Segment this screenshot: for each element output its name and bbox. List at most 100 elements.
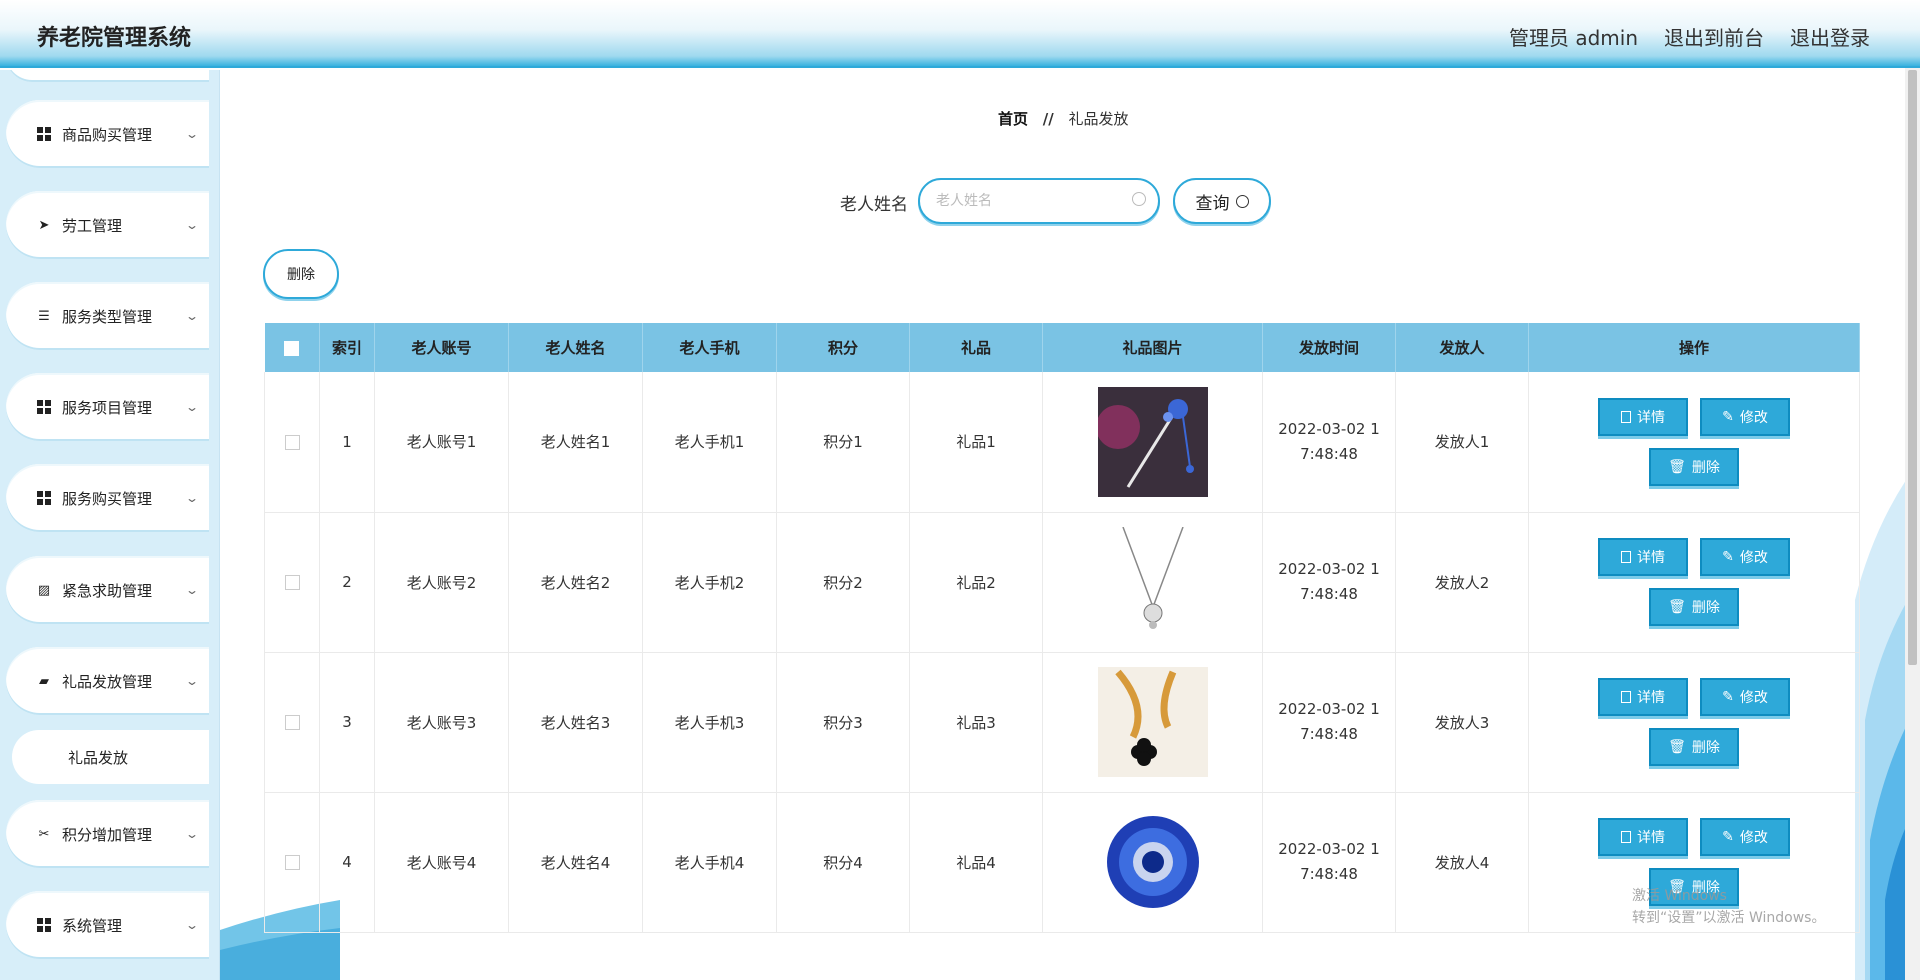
watermark-line: 转到“设置”以激活 Windows。 [1632, 910, 1826, 926]
column-header: 积分 [776, 323, 910, 372]
cell-index: 2 [319, 512, 375, 653]
cell-issuer: 发放人1 [1395, 372, 1529, 513]
time-line: 7:48:48 [1300, 585, 1358, 603]
document-icon [1621, 410, 1631, 423]
edit-button[interactable]: ✎ 修改 [1700, 818, 1790, 856]
detail-label: 详情 [1637, 409, 1665, 426]
logout-link[interactable]: 退出登录 [1790, 22, 1870, 51]
time-line: 2022-03-02 1 [1278, 419, 1380, 438]
edit-label: 修改 [1739, 409, 1768, 426]
delete-label: 删除 [1691, 740, 1720, 756]
chevron-down-icon: ⌄ [184, 218, 200, 232]
select-all-checkbox[interactable] [284, 340, 300, 356]
sidebar-item-emergency[interactable]: ▨ 紧急求助管理 ⌄ [6, 556, 209, 624]
delete-button[interactable]: 🗑 删除 [1649, 447, 1739, 486]
edit-button[interactable]: ✎ 修改 [1700, 678, 1790, 716]
sidebar: 商品购买管理 ⌄ ➤ 劳工管理 ⌄ ☰ 服务类型管理 ⌄ 服务项目管理 ⌄ 服务… [0, 70, 220, 980]
sidebar-item-label: 劳工管理 [62, 216, 123, 235]
pencil-icon: ✎ [1722, 408, 1734, 425]
detail-button[interactable]: 详情 [1598, 678, 1688, 716]
gift-image [1097, 807, 1208, 917]
breadcrumb-current: 礼品发放 [1068, 110, 1129, 128]
batch-delete-button[interactable]: 删除 [263, 249, 339, 299]
sidebar-item-service-purchase[interactable]: 服务购买管理 ⌄ [6, 464, 209, 532]
row-checkbox[interactable] [284, 715, 300, 730]
sidebar-item-service-type[interactable]: ☰ 服务类型管理 ⌄ [6, 282, 209, 350]
sidebar-subitem-gift-issue[interactable]: 礼品发放 [12, 730, 209, 784]
detail-label: 详情 [1637, 830, 1665, 846]
cell-name: 老人姓名3 [508, 652, 643, 793]
sidebar-item-gift[interactable]: ▰ 礼品发放管理 ⌄ [6, 647, 209, 715]
column-header: 索引 [319, 323, 375, 372]
sidebar-item-labor[interactable]: ➤ 劳工管理 ⌄ [6, 191, 209, 259]
table-row: 2 老人账号2 老人姓名2 老人手机2 积分2 礼品2 2022-03-02 1 7:48:4… [264, 512, 1860, 653]
cell-points: 积分3 [776, 652, 910, 793]
detail-label: 详情 [1637, 550, 1665, 566]
time-line: 2022-03-02 1 [1278, 700, 1380, 718]
sidebar-item-system[interactable]: 系统管理 ⌄ [6, 891, 209, 959]
cell-gift-image [1042, 512, 1263, 653]
send-icon: ➤ [38, 217, 50, 233]
search-label: 老人姓名 [840, 195, 908, 215]
search-button[interactable]: 查询 [1173, 178, 1271, 224]
grid-icon [36, 490, 52, 506]
grid-icon [36, 126, 52, 142]
breadcrumb-home[interactable]: 首页 [998, 110, 1028, 128]
cell-issuer: 发放人3 [1395, 652, 1529, 793]
search-input[interactable] [920, 180, 1110, 222]
chevron-down-icon: ⌄ [184, 674, 200, 688]
detail-button[interactable]: 详情 [1598, 397, 1688, 436]
edit-label: 修改 [1739, 550, 1768, 566]
cell-points: 积分2 [776, 512, 910, 653]
breadcrumb-separator: // [1042, 110, 1054, 128]
gift-image [1097, 667, 1208, 777]
cell-points: 积分1 [776, 372, 910, 513]
app-title: 养老院管理系统 [37, 26, 192, 51]
sidebar-item-goods-purchase[interactable]: 商品购买管理 ⌄ [6, 100, 209, 168]
time-line: 7:48:48 [1300, 725, 1358, 743]
gift-image [1097, 386, 1208, 497]
edit-button[interactable]: ✎ 修改 [1700, 538, 1790, 576]
admin-label: 管理员 admin [1508, 26, 1638, 50]
cell-account: 老人账号1 [374, 372, 509, 513]
document-icon [1621, 831, 1631, 843]
scrollbar-thumb[interactable] [1908, 70, 1917, 665]
cell-account: 老人账号3 [374, 652, 509, 793]
column-header: 礼品 [909, 323, 1043, 372]
delete-button[interactable]: 🗑 删除 [1649, 728, 1739, 766]
cell-actions: 详情 ✎ 修改 🗑 删除 [1528, 652, 1860, 793]
sidebar-item-service-project[interactable]: 服务项目管理 ⌄ [6, 373, 209, 441]
sidebar-item-partial[interactable] [6, 70, 209, 82]
delete-button[interactable]: 🗑 删除 [1649, 588, 1739, 626]
search-button-label: 查询 [1195, 193, 1230, 214]
delete-label: 删除 [1691, 459, 1720, 476]
cell-issuer: 发放人4 [1395, 792, 1529, 933]
windows-activation-watermark: 激活 Windows 转到“设置”以激活 Windows。 [1632, 885, 1825, 929]
column-header: 操作 [1528, 323, 1860, 372]
edit-label: 修改 [1739, 830, 1768, 846]
cell-account: 老人账号4 [374, 792, 509, 933]
cell-gift: 礼品1 [909, 372, 1043, 513]
cell-actions: 详情 ✎ 修改 🗑 删除 [1528, 372, 1860, 513]
search-field[interactable] [918, 178, 1160, 224]
grid-icon [36, 917, 52, 933]
cell-gift-image [1042, 652, 1263, 793]
edit-button[interactable]: ✎ 修改 [1700, 397, 1790, 436]
cell-name: 老人姓名4 [508, 792, 643, 933]
detail-button[interactable]: 详情 [1598, 538, 1688, 576]
row-checkbox[interactable] [284, 434, 300, 450]
cell-time: 2022-03-02 1 7:48:48 [1262, 512, 1396, 653]
column-header: 老人手机 [642, 323, 777, 372]
row-checkbox[interactable] [284, 855, 300, 870]
sidebar-item-points[interactable]: ✂ 积分增加管理 ⌄ [6, 800, 209, 868]
exit-to-front-link[interactable]: 退出到前台 [1664, 22, 1764, 51]
search-icon [1235, 194, 1249, 208]
sidebar-item-label: 服务项目管理 [62, 398, 153, 417]
detail-button[interactable]: 详情 [1598, 818, 1688, 856]
grid-icon [36, 399, 52, 415]
document-icon [1621, 691, 1631, 703]
pencil-icon: ✎ [1722, 549, 1734, 565]
scrollbar[interactable] [1905, 68, 1920, 980]
row-checkbox[interactable] [284, 575, 300, 590]
sidebar-item-label: 服务类型管理 [62, 307, 153, 326]
